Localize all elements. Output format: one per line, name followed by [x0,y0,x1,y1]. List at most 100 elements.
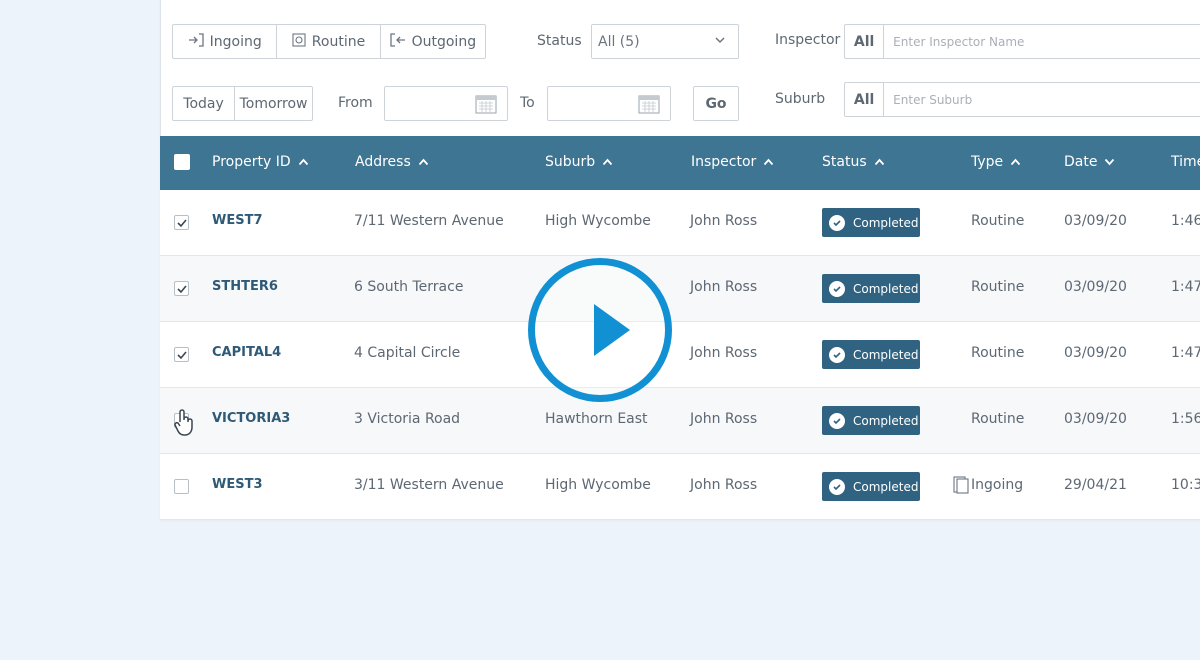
document-icon [953,476,969,498]
inspector-filter: All [844,24,1200,59]
column-label: Date [1064,154,1098,170]
sort-up-icon [763,154,774,170]
day-filter-group: Today Tomorrow [172,86,313,121]
row-checkbox[interactable] [174,215,189,230]
property-id-link[interactable]: WEST3 [212,477,263,492]
status-badge: Completed [822,208,920,237]
status-label: Completed [853,479,919,494]
check-circle-icon [829,346,845,363]
inspector-all-button[interactable]: All [845,25,885,58]
checkmark-icon [177,285,187,294]
filter-routine-label: Routine [311,33,366,50]
from-date-input[interactable] [384,86,508,121]
check-circle-icon [829,412,845,429]
select-all-checkbox[interactable] [174,154,190,170]
go-button[interactable]: Go [693,86,739,121]
check-circle-icon [829,478,845,495]
status-badge: Completed [822,406,920,435]
address-cell: 7/11 Western Avenue [354,213,504,229]
column-header-type[interactable]: Type [971,154,1021,170]
table-row[interactable]: VICTORIA3 3 Victoria Road Hawthorn East … [160,388,1200,454]
table-row[interactable]: STHTER6 6 South Terrace John Ross Comple… [160,256,1200,322]
type-cell: Routine [971,213,1025,229]
inspector-cell: John Ross [690,345,758,361]
checkmark-icon [177,351,187,360]
suburb-input[interactable] [884,83,1200,116]
today-button[interactable]: Today [173,87,236,120]
property-id-link[interactable]: STHTER6 [212,279,278,294]
column-label: Suburb [545,154,596,170]
sort-up-icon [298,154,309,170]
to-label: To [520,95,535,111]
to-date-input[interactable] [547,86,671,121]
date-cell: 03/09/20 [1064,345,1127,361]
status-badge: Completed [822,340,920,369]
tomorrow-button[interactable]: Tomorrow [235,87,312,120]
sort-up-icon [418,154,429,170]
suburb-filter-label: Suburb [775,91,826,107]
time-cell: 1:46 PM [1171,213,1200,229]
table-header: Property ID Address Suburb Inspector Sta… [160,136,1200,190]
address-cell: 3/11 Western Avenue [354,477,504,493]
suburb-filter: All [844,82,1200,117]
check-circle-icon [829,214,845,231]
column-header-time[interactable]: Time [1171,154,1200,170]
date-cell: 03/09/20 [1064,213,1127,229]
status-label: Completed [853,281,919,296]
address-cell: 6 South Terrace [354,279,464,295]
column-label: Type [971,154,1004,170]
status-label: Completed [853,347,919,362]
status-select-value: All (5) [598,33,640,50]
status-label: Completed [853,215,919,230]
inspector-name-input[interactable] [884,25,1200,58]
status-select[interactable]: All (5) [591,24,739,59]
type-cell: Routine [971,345,1025,361]
row-checkbox[interactable] [174,479,189,494]
status-badge: Completed [822,472,920,501]
column-label: Inspector [691,154,757,170]
time-cell: 1:47 PM [1171,345,1200,361]
filter-outgoing-label: Outgoing [411,33,477,50]
column-header-suburb[interactable]: Suburb [545,154,613,170]
column-label: Time [1171,154,1200,170]
property-id-link[interactable]: WEST7 [212,213,263,228]
address-cell: 3 Victoria Road [354,411,461,427]
type-cell: Routine [971,279,1025,295]
status-badge: Completed [822,274,920,303]
column-header-address[interactable]: Address [355,154,429,170]
property-id-link[interactable]: CAPITAL4 [212,345,281,360]
calendar-icon[interactable] [475,94,497,118]
suburb-all-button[interactable]: All [845,83,885,116]
calendar-icon[interactable] [638,94,660,118]
column-header-date[interactable]: Date [1064,154,1115,170]
filter-ingoing-button[interactable]: Ingoing [173,25,278,58]
filter-outgoing-button[interactable]: Outgoing [381,25,485,58]
time-cell: 1:47 PM [1171,279,1200,295]
filter-routine-button[interactable]: Routine [277,25,381,58]
property-id-link[interactable]: VICTORIA3 [212,411,290,426]
row-checkbox[interactable] [174,281,189,296]
routine-icon [292,32,306,51]
column-label: Property ID [212,154,291,170]
column-header-property-id[interactable]: Property ID [212,154,309,170]
suburb-cell: High Wycombe [545,477,651,493]
inspector-cell: John Ross [690,213,758,229]
play-video-button[interactable] [528,258,672,402]
column-header-status[interactable]: Status [822,154,885,170]
from-label: From [338,95,373,111]
status-label: Completed [853,413,919,428]
play-icon [594,304,630,356]
sort-up-icon [602,154,613,170]
table-row[interactable]: CAPITAL4 4 Capital Circle John Ross Comp… [160,322,1200,388]
table-row[interactable]: WEST3 3/11 Western Avenue High Wycombe J… [160,454,1200,520]
column-label: Address [355,154,411,170]
table-row[interactable]: WEST7 7/11 Western Avenue High Wycombe J… [160,190,1200,256]
suburb-cell: Hawthorn East [545,411,648,427]
column-header-inspector[interactable]: Inspector [691,154,774,170]
time-cell: 1:56 PM [1171,411,1200,427]
sort-up-icon [874,154,885,170]
row-checkbox[interactable] [174,347,189,362]
filter-ingoing-label: Ingoing [209,33,262,50]
chevron-down-icon [714,34,726,50]
ingoing-icon [188,32,204,51]
